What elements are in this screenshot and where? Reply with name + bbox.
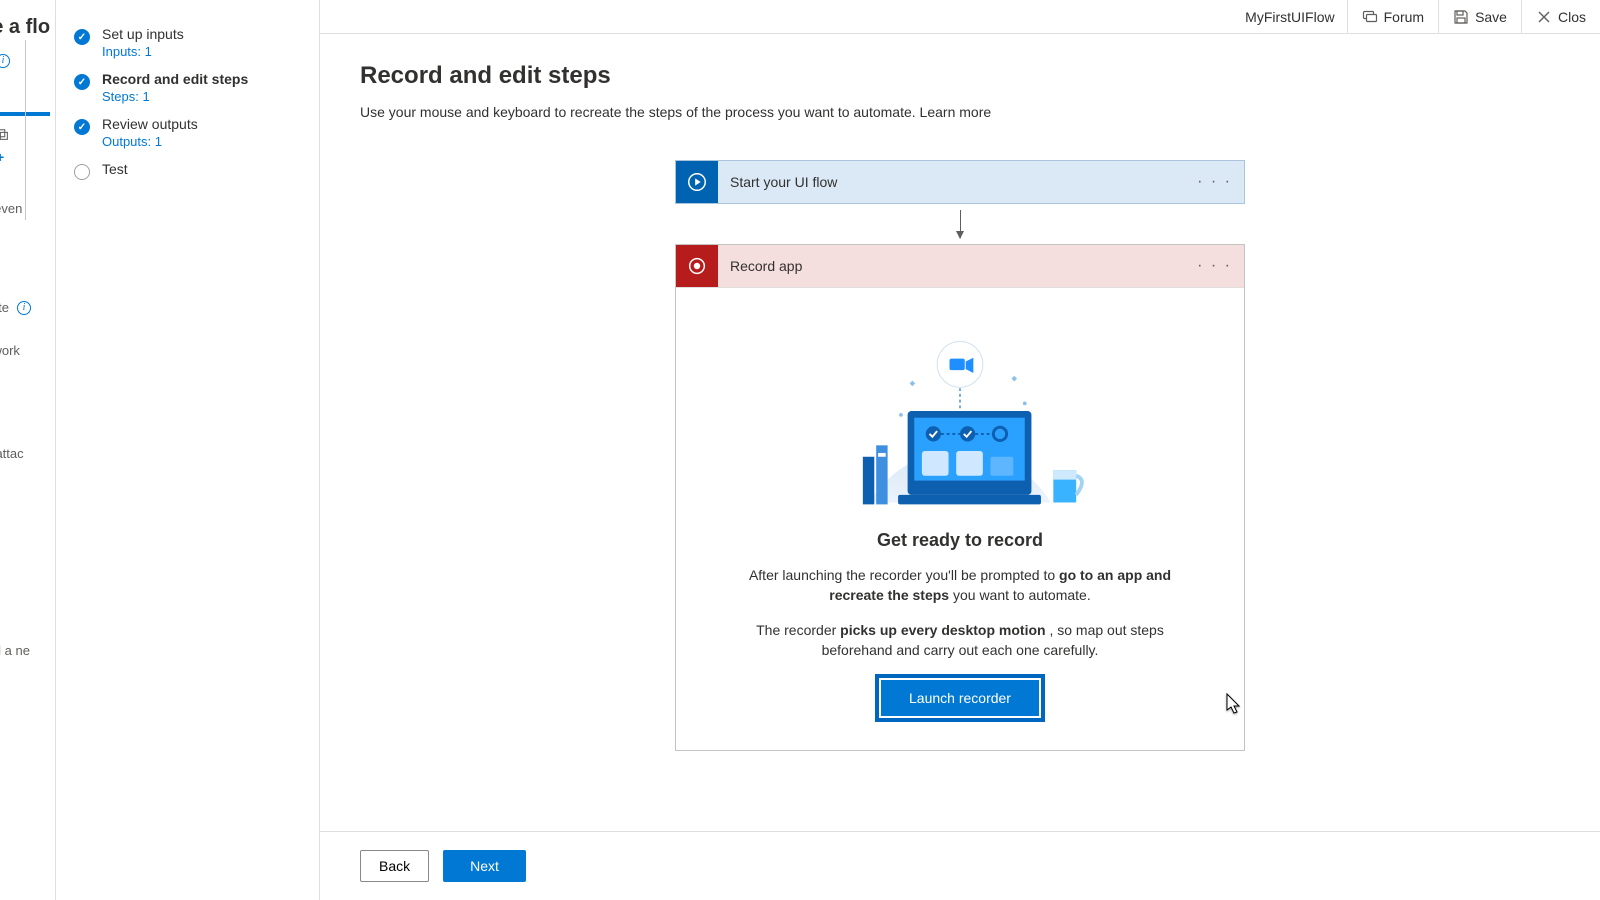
copy-icon: [0, 128, 55, 145]
step-label: Record and edit steps: [102, 71, 248, 87]
p1-tail: you want to automate.: [953, 587, 1091, 603]
plus-icon: +: [0, 149, 55, 165]
p2-bold: picks up every desktop motion: [840, 622, 1045, 638]
step-record-and-edit[interactable]: Record and edit steps Steps: 1: [74, 65, 309, 110]
learn-more-link[interactable]: Learn more: [920, 104, 992, 120]
info-icon: i: [17, 301, 31, 315]
close-button[interactable]: Clos: [1521, 0, 1600, 34]
checkmark-icon: [74, 29, 90, 45]
ready-paragraph-1: After launching the recorder you'll be p…: [726, 565, 1194, 606]
record-icon: [676, 245, 718, 287]
step-sub: Steps: 1: [102, 89, 248, 104]
card-title: Record app: [730, 258, 802, 274]
ready-heading: Get ready to record: [726, 530, 1194, 551]
step-label: Set up inputs: [102, 26, 184, 42]
launch-focus-ring: Launch recorder: [875, 674, 1045, 722]
left-overflow-rail: ake a flo i + nated even late i te work …: [0, 0, 56, 900]
subtitle-text: Use your mouse and keyboard to recreate …: [360, 104, 920, 120]
rail-text-late-label: late: [0, 300, 9, 315]
launch-recorder-button[interactable]: Launch recorder: [881, 680, 1039, 716]
arrow-down-icon: [960, 210, 961, 238]
forum-button[interactable]: Forum: [1347, 0, 1438, 34]
back-button[interactable]: Back: [360, 850, 429, 882]
step-set-up-inputs[interactable]: Set up inputs Inputs: 1: [74, 20, 309, 65]
step-review-outputs[interactable]: Review outputs Outputs: 1: [74, 110, 309, 155]
wizard-steps-panel: Set up inputs Inputs: 1 Record and edit …: [56, 0, 320, 900]
more-menu-button[interactable]: · · ·: [1197, 257, 1232, 275]
page-subtitle: Use your mouse and keyboard to recreate …: [360, 104, 1560, 120]
more-menu-button[interactable]: · · ·: [1197, 173, 1232, 191]
pending-icon: [74, 164, 90, 180]
chat-icon: [1362, 9, 1378, 25]
rail-text-events: nated even: [0, 201, 55, 216]
step-sub: Inputs: 1: [102, 44, 184, 59]
ready-paragraph-2: The recorder picks up every desktop moti…: [726, 620, 1194, 661]
checkmark-icon: [74, 74, 90, 90]
record-body: Get ready to record After launching the …: [676, 287, 1244, 750]
step-label: Test: [102, 161, 128, 177]
next-button[interactable]: Next: [443, 850, 526, 882]
checkmark-icon: [74, 119, 90, 135]
top-bar: MyFirstUIFlow Forum Save Clos: [320, 0, 1600, 34]
flow-name: MyFirstUIFlow: [1245, 9, 1334, 25]
info-icon: i: [0, 54, 10, 68]
step-sub: Outputs: 1: [102, 134, 198, 149]
page-title: Record and edit steps: [360, 62, 1560, 90]
content-scroll: Record and edit steps Use your mouse and…: [320, 34, 1600, 831]
card-start-ui-flow[interactable]: Start your UI flow · · ·: [675, 160, 1245, 204]
card-record-header[interactable]: Record app · · ·: [676, 245, 1244, 287]
card-record-app: Record app · · ·: [675, 244, 1245, 751]
p2-lead: The recorder: [756, 622, 840, 638]
rail-text-work: te work: [0, 343, 55, 358]
close-icon: [1536, 9, 1552, 25]
rail-title-fragment: ake a flo: [0, 16, 55, 39]
recorder-illustration: [726, 312, 1194, 512]
connector-arrow: [960, 204, 961, 244]
play-icon: [676, 161, 718, 203]
rail-mini-icons: +: [0, 128, 55, 165]
save-icon: [1453, 9, 1469, 25]
rail-text-email: email a ne: [0, 643, 55, 658]
flow-canvas: Start your UI flow · · · Record app · · …: [360, 160, 1560, 751]
step-label: Review outputs: [102, 116, 198, 132]
main-area: MyFirstUIFlow Forum Save Clos: [320, 0, 1600, 900]
wizard-footer: Back Next: [320, 831, 1600, 900]
save-label: Save: [1475, 9, 1507, 25]
rail-text-attach: mail attac: [0, 446, 55, 461]
step-test[interactable]: Test: [74, 155, 309, 186]
p1-lead: After launching the recorder you'll be p…: [749, 567, 1059, 583]
rail-text-late: late i: [0, 300, 55, 315]
save-button[interactable]: Save: [1438, 0, 1521, 34]
forum-label: Forum: [1384, 9, 1424, 25]
step-connector-line: [25, 40, 26, 220]
card-title: Start your UI flow: [730, 174, 837, 190]
close-label: Clos: [1558, 9, 1586, 25]
